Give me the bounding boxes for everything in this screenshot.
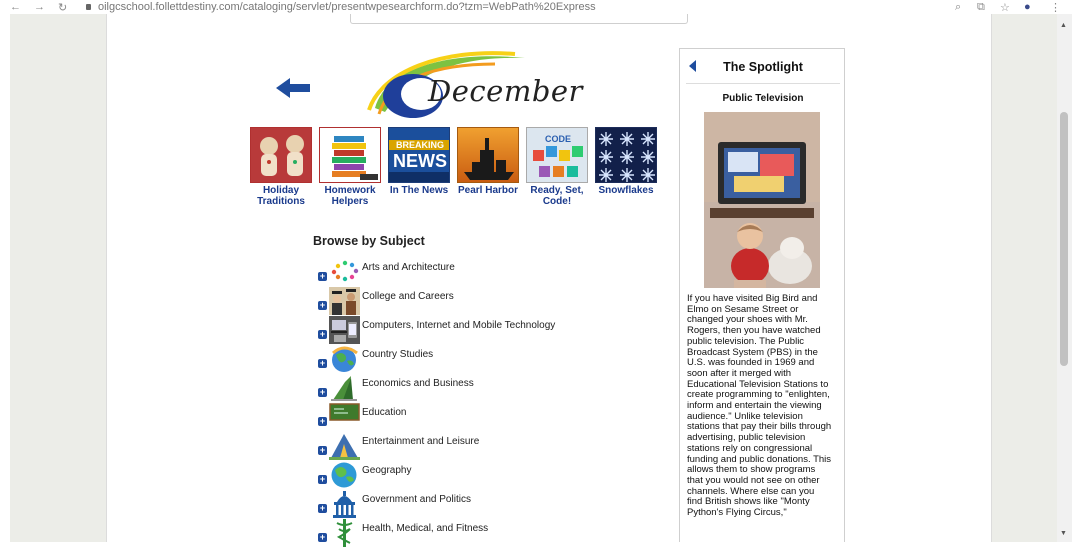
child-watching-tv-photo[interactable] (704, 112, 820, 288)
capitol-icon (333, 491, 356, 518)
right-page-margin (992, 14, 1057, 542)
subject-label[interactable]: Computers, Internet and Mobile Technolog… (362, 320, 555, 331)
tile-ready-set-code[interactable]: CODE Ready, Set, Code! (525, 127, 589, 207)
scroll-down-arrow-icon[interactable]: ▼ (1060, 530, 1067, 537)
subject-label[interactable]: College and Careers (362, 291, 454, 302)
banner-title: December (428, 74, 583, 108)
spotlight-title: The Spotlight (723, 60, 803, 74)
earth-icon (331, 462, 357, 488)
tile-label[interactable]: In The News (387, 185, 451, 196)
tile-holiday-traditions[interactable]: Holiday Traditions (249, 127, 313, 207)
tile-in-the-news[interactable]: BREAKING NEWS In The News (387, 127, 451, 196)
subject-college-and-careers[interactable]: + College and Careers (318, 287, 578, 315)
subject-label[interactable]: Government and Politics (362, 494, 471, 505)
subject-label[interactable]: Entertainment and Leisure (362, 436, 479, 447)
chalkboard-icon (329, 403, 360, 421)
spotlight-divider (686, 83, 840, 84)
expand-plus-icon[interactable]: + (318, 533, 327, 542)
scroll-up-arrow-icon[interactable]: ▲ (1060, 22, 1067, 29)
code-blocks-image: CODE (526, 127, 588, 183)
books-image (319, 127, 381, 183)
tile-homework-helpers[interactable]: Homework Helpers (318, 127, 382, 207)
subject-computers-internet-mobile[interactable]: + Computers, Internet and Mobile Technol… (318, 316, 578, 344)
expand-plus-icon[interactable]: + (318, 475, 327, 484)
spotlight-body-line: public television. The Public (687, 335, 805, 347)
lock-icon (86, 4, 91, 10)
spotlight-body-line: stations rely on congressional (687, 442, 813, 454)
subject-health-medical-fitness[interactable]: + Health, Medical, and Fitness (318, 519, 578, 547)
growth-chart-icon (331, 376, 357, 401)
expand-plus-icon[interactable]: + (318, 301, 327, 310)
subject-label[interactable]: Country Studies (362, 349, 433, 360)
battleship-image (457, 127, 519, 183)
expand-plus-icon[interactable]: + (318, 446, 327, 455)
breaking-news-image: BREAKING NEWS (388, 127, 450, 183)
snowflakes-image (595, 127, 657, 183)
subject-country-studies[interactable]: + Country Studies (318, 345, 578, 373)
expand-plus-icon[interactable]: + (318, 359, 327, 368)
tent-icon (329, 434, 360, 460)
subject-label[interactable]: Arts and Architecture (362, 262, 455, 273)
subject-arts-and-architecture[interactable]: + Arts and Architecture (318, 258, 578, 286)
browser-toolbar: ← → ↻ oilgcschool.follettdestiny.com/cat… (0, 0, 1072, 14)
address-bar[interactable]: oilgcschool.follettdestiny.com/catalogin… (98, 1, 596, 13)
devices-icon (329, 316, 360, 344)
reload-icon[interactable]: ↻ (58, 1, 67, 14)
expand-plus-icon[interactable]: + (318, 388, 327, 397)
back-arrow-icon[interactable] (276, 78, 310, 98)
expand-plus-icon[interactable]: + (318, 417, 327, 426)
caduceus-icon (336, 519, 353, 547)
subject-education[interactable]: + Education (318, 403, 578, 431)
spotlight-body-line: Python's Flying Circus," (687, 507, 787, 519)
left-page-margin (10, 14, 106, 542)
tile-label[interactable]: Pearl Harbor (456, 185, 520, 196)
paint-palette-icon (331, 260, 359, 282)
graduates-icon (329, 287, 360, 315)
tile-snowflakes[interactable]: Snowflakes (594, 127, 658, 196)
code-badge: CODE (544, 134, 571, 144)
expand-plus-icon[interactable]: + (318, 504, 327, 513)
gingerbread-image (250, 127, 312, 183)
expand-plus-icon[interactable]: + (318, 330, 327, 339)
news-footer (389, 172, 449, 182)
spotlight-subtitle[interactable]: Public Television (680, 93, 846, 104)
browse-by-subject-heading: Browse by Subject (313, 234, 425, 248)
share-icon[interactable]: ⧉ (977, 1, 985, 14)
forward-nav-icon[interactable]: → (34, 1, 45, 13)
spotlight-panel: The Spotlight Public Television If you h… (679, 48, 845, 542)
news-badge: NEWS (389, 151, 449, 171)
scrollbar-thumb[interactable] (1060, 112, 1068, 366)
tile-pearl-harbor[interactable]: Pearl Harbor (456, 127, 520, 196)
back-nav-icon[interactable]: ← (10, 1, 21, 13)
tile-label[interactable]: Homework Helpers (318, 185, 382, 207)
subject-geography[interactable]: + Geography (318, 461, 578, 489)
subject-government-and-politics[interactable]: + Government and Politics (318, 490, 578, 518)
tile-label[interactable]: Holiday Traditions (249, 185, 313, 207)
subject-entertainment-and-leisure[interactable]: + Entertainment and Leisure (318, 432, 578, 460)
globe-flags-icon (331, 346, 358, 372)
subject-label[interactable]: Geography (362, 465, 411, 476)
search-box-edge[interactable] (350, 14, 688, 24)
breaking-badge: BREAKING (389, 140, 449, 150)
subject-label[interactable]: Education (362, 407, 406, 418)
tile-label[interactable]: Ready, Set, Code! (525, 185, 589, 207)
zoom-icon[interactable]: ⌕ (955, 1, 961, 14)
profile-avatar-icon[interactable]: ● (1024, 1, 1031, 13)
menu-kebab-icon[interactable]: ⋮ (1050, 1, 1061, 14)
expand-plus-icon[interactable]: + (318, 272, 327, 281)
bookmark-star-icon[interactable]: ☆ (1000, 1, 1010, 14)
spotlight-body: If you have visited Big Bird and Elmo on… (687, 293, 843, 519)
subject-label[interactable]: Health, Medical, and Fitness (362, 523, 488, 534)
tile-label[interactable]: Snowflakes (594, 185, 658, 196)
subject-economics-and-business[interactable]: + Economics and Business (318, 374, 578, 402)
subject-label[interactable]: Economics and Business (362, 378, 474, 389)
